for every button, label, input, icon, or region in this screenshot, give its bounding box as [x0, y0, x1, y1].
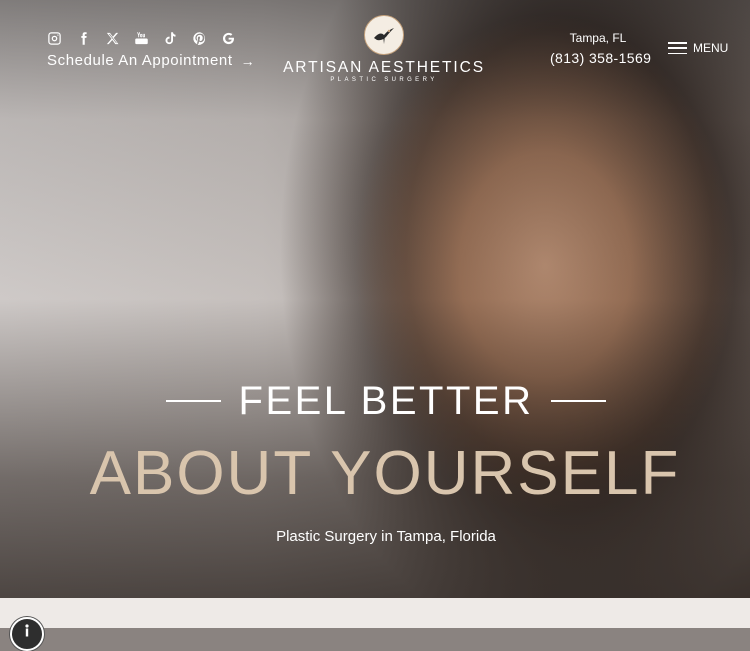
social-links — [46, 30, 237, 47]
arrow-right-icon: → — [240, 52, 256, 69]
logo-emblem-icon — [364, 15, 404, 55]
divider-left — [166, 400, 221, 402]
logo-name: ARTISAN AESTHETICS — [283, 59, 485, 76]
instagram-icon[interactable] — [46, 30, 63, 47]
accessibility-button[interactable] — [10, 617, 44, 651]
menu-label: MENU — [693, 41, 729, 55]
tiktok-icon[interactable] — [162, 30, 179, 47]
headline-line-2: ABOUT YOURSELF — [89, 439, 681, 508]
location-text: Tampa, FL — [569, 31, 627, 45]
pinterest-icon[interactable] — [191, 30, 208, 47]
google-icon[interactable] — [220, 30, 237, 47]
facebook-icon[interactable] — [75, 30, 92, 47]
schedule-label: Schedule An Appointment — [47, 52, 233, 69]
logo-subtitle: PLASTIC SURGERY — [330, 77, 438, 83]
divider-right — [551, 400, 606, 402]
headline-line-1: FEEL BETTER — [238, 379, 534, 423]
hamburger-icon — [668, 42, 687, 54]
youtube-icon[interactable] — [133, 30, 150, 47]
headline-primary: FEEL BETTER — [166, 378, 606, 424]
menu-button[interactable]: MENU — [668, 41, 728, 55]
accessibility-icon — [25, 624, 29, 637]
hero-tagline: Plastic Surgery in Tampa, Florida — [276, 528, 496, 545]
page-section-strip — [0, 598, 750, 628]
schedule-appointment-link[interactable]: Schedule An Appointment → — [47, 52, 255, 69]
x-icon[interactable] — [104, 30, 121, 47]
phone-link[interactable]: (813) 358-1569 — [550, 50, 651, 66]
site-header: Schedule An Appointment → ARTISAN AESTHE… — [0, 0, 750, 100]
site-logo[interactable]: ARTISAN AESTHETICS PLASTIC SURGERY — [281, 15, 487, 85]
